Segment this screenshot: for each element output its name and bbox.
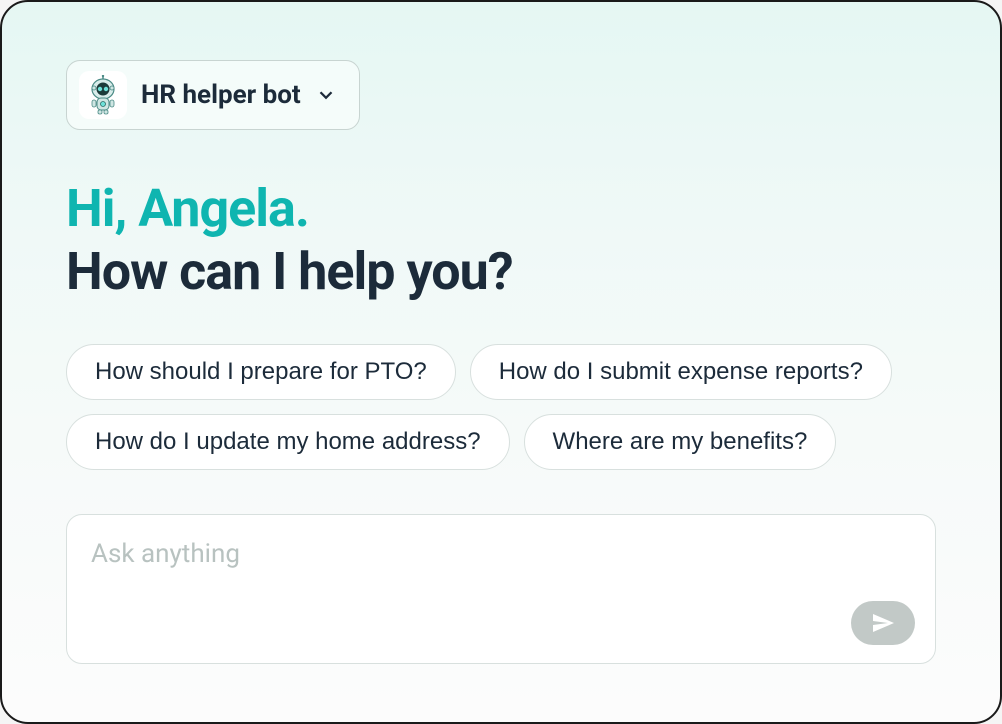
- bot-name-label: HR helper bot: [141, 80, 301, 110]
- greeting-hi: Hi, Angela.: [66, 178, 936, 239]
- bot-avatar: [79, 71, 127, 119]
- input-area: [66, 514, 936, 664]
- suggestion-chip-pto[interactable]: How should I prepare for PTO?: [66, 344, 456, 400]
- suggestion-chip-address[interactable]: How do I update my home address?: [66, 414, 510, 470]
- chevron-down-icon: [315, 84, 337, 106]
- greeting-block: Hi, Angela. How can I help you?: [66, 178, 936, 302]
- send-icon: [871, 611, 895, 635]
- ask-input[interactable]: [91, 539, 911, 569]
- robot-icon: [83, 75, 123, 115]
- chat-card: HR helper bot Hi, Angela. How can I help…: [0, 0, 1002, 724]
- send-button[interactable]: [851, 601, 915, 645]
- suggestion-chip-benefits[interactable]: Where are my benefits?: [524, 414, 837, 470]
- bot-selector[interactable]: HR helper bot: [66, 60, 360, 130]
- suggestion-chips: How should I prepare for PTO? How do I s…: [66, 344, 936, 470]
- greeting-help: How can I help you?: [66, 241, 936, 302]
- suggestion-chip-expense[interactable]: How do I submit expense reports?: [470, 344, 892, 400]
